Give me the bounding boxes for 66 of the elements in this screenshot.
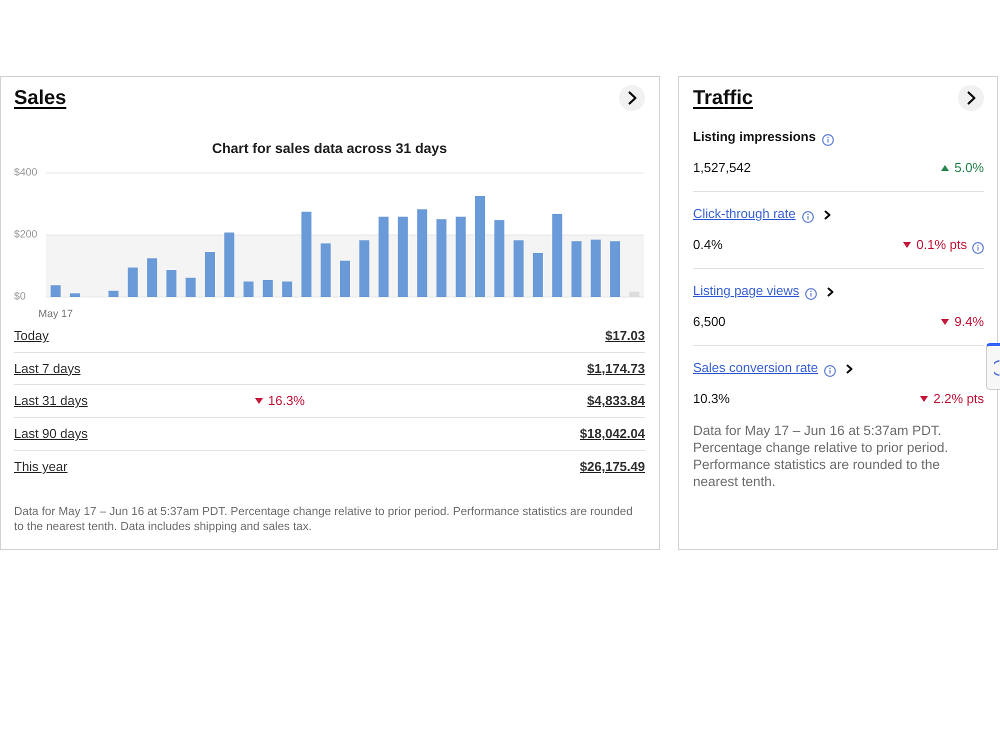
sales-amount-link[interactable]: $1,174.73	[587, 358, 645, 378]
axis-label: $400	[14, 166, 38, 178]
percent-change: 9.4%	[954, 313, 984, 331]
chevron-button[interactable]	[619, 85, 645, 111]
chart-bar	[204, 252, 215, 297]
chevron-right-icon	[827, 287, 834, 297]
axis-label: $0	[14, 290, 26, 302]
percent-change: 2.2% pts	[933, 390, 984, 408]
sales-amount-link[interactable]: $26,175.49	[580, 457, 645, 477]
chevron-right-icon	[846, 364, 854, 374]
metric-value: 10.3%	[693, 390, 730, 408]
metric-value: 1,527,542	[693, 159, 751, 177]
chart-bar	[128, 268, 138, 297]
percent-change: 16.3%	[268, 392, 305, 410]
chart-bar	[186, 278, 196, 297]
chart-bar	[282, 282, 292, 297]
period-link[interactable]: Last 31 days	[14, 391, 88, 411]
metric-link[interactable]: Listing page views	[693, 282, 800, 300]
info-icon[interactable]	[824, 365, 836, 377]
chevron-right-icon	[824, 210, 831, 220]
sales-title-link[interactable]: Sales	[14, 85, 66, 111]
chart-bar	[590, 240, 601, 297]
percent-change: 0.1% pts	[916, 236, 967, 254]
metric-value: 6,500	[693, 313, 726, 331]
chart-bar	[224, 232, 234, 297]
period-link[interactable]: Today	[14, 326, 49, 346]
traffic-title-link[interactable]: Traffic	[693, 85, 754, 111]
triangle-down-icon	[941, 319, 950, 325]
chart-bar	[70, 293, 80, 297]
metric-value: 0.4%	[693, 236, 723, 254]
info-icon[interactable]	[972, 242, 984, 254]
period-link[interactable]: Last 90 days	[14, 424, 88, 444]
footnote-text: Data for May 17 – Jun 16 at 5:37am PDT. Percentage change relative to prior period. Performance statistics are rounded to the nearest tenth. Data includes shipping and sales tax.	[14, 504, 634, 534]
chevron-right-icon	[966, 91, 976, 105]
axis-label: May 17	[38, 308, 73, 320]
info-icon[interactable]	[802, 211, 814, 223]
chart-bar	[166, 270, 176, 297]
chart-bar	[147, 258, 158, 297]
chart-bar	[571, 241, 582, 297]
chart-bar	[340, 260, 350, 297]
metric-link[interactable]: Click-through rate	[693, 205, 796, 223]
chart-bar	[320, 243, 331, 297]
chart-bar	[610, 241, 620, 297]
period-link[interactable]: Last 7 days	[14, 358, 80, 378]
chevron-button[interactable]	[958, 85, 984, 111]
footnote-text: Data for May 17 – Jun 16 at 5:37am PDT. Percentage change relative to prior period. Performance statistics are rounded to the nearest tenth.	[693, 422, 950, 490]
chevron-right-icon	[628, 91, 636, 105]
metric-label: Listing impressions	[693, 128, 816, 146]
sales-amount-link[interactable]: $18,042.04	[580, 424, 645, 444]
triangle-down-icon	[255, 398, 263, 404]
sales-amount-link[interactable]: $17.03	[605, 326, 645, 346]
chart-bar	[50, 285, 61, 297]
chart-bar	[244, 282, 254, 297]
period-link[interactable]: This year	[14, 457, 68, 477]
triangle-down-icon	[920, 396, 928, 402]
info-icon[interactable]	[805, 288, 818, 300]
chart-title: Chart for sales data across 31 days	[210, 140, 448, 157]
percent-change: 5.0%	[954, 159, 984, 177]
metric-link[interactable]: Sales conversion rate	[693, 359, 818, 377]
info-icon[interactable]	[822, 134, 834, 146]
triangle-up-icon	[941, 165, 950, 171]
triangle-down-icon	[903, 242, 912, 248]
feedback-tab[interactable]	[986, 343, 1000, 390]
axis-label: $200	[14, 228, 38, 240]
chart-bar	[514, 240, 524, 297]
sales-amount-link[interactable]: $4,833.84	[587, 391, 645, 411]
